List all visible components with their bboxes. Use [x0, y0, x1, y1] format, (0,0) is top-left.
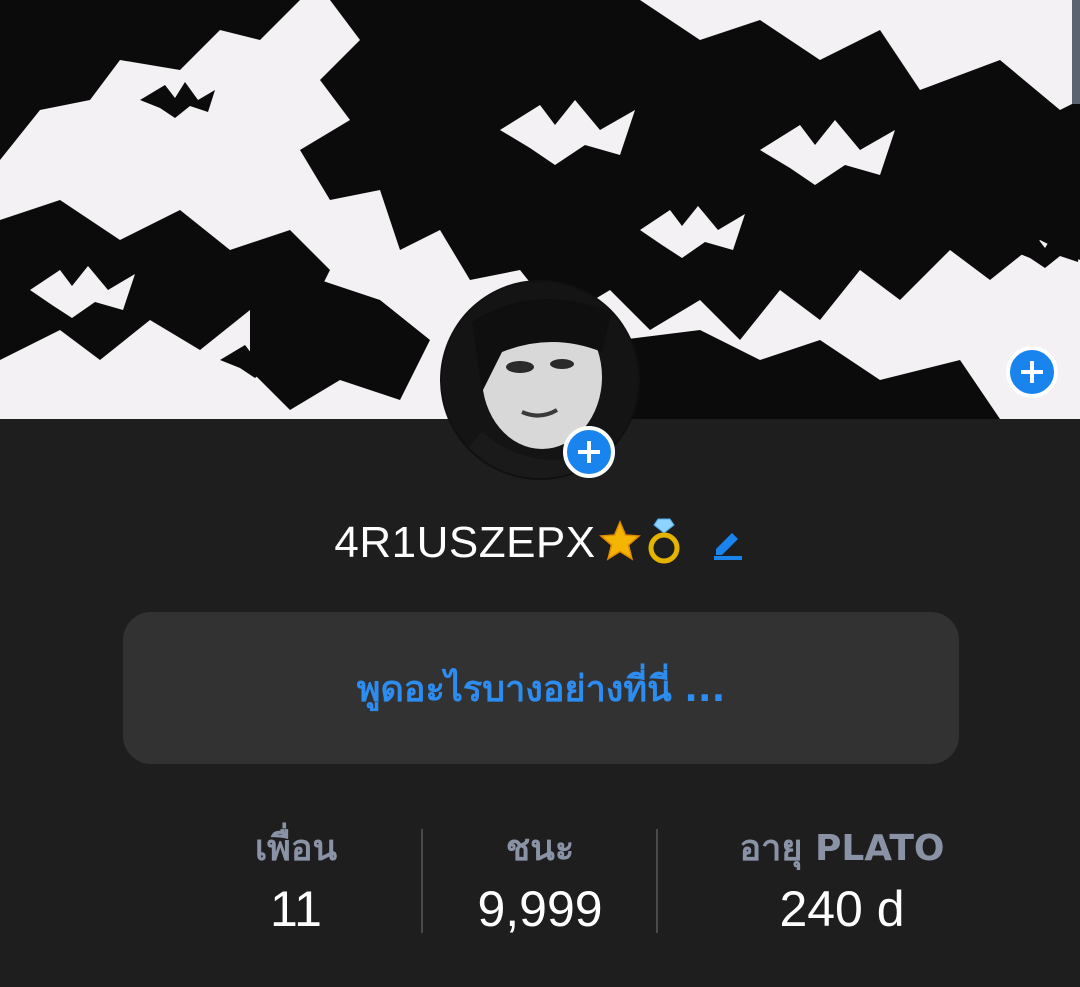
pencil-icon[interactable] — [710, 525, 746, 561]
star-icon — [598, 519, 642, 567]
stat-label: ชนะ — [505, 828, 575, 869]
divider — [656, 829, 658, 933]
stat-friends[interactable]: เพื่อน 11 — [196, 824, 396, 944]
stat-value: 240 d — [779, 881, 905, 937]
username: 4R1USZEPX — [334, 518, 596, 567]
status-placeholder: พูดอะไรบางอย่างที่นี่ ... — [356, 668, 726, 710]
stat-label: อายุ PLATO — [739, 828, 945, 869]
stat-label: เพื่อน — [254, 828, 338, 869]
scrollbar[interactable] — [1072, 0, 1080, 104]
stat-wins[interactable]: ชนะ 9,999 — [440, 824, 640, 944]
avatar-add-button[interactable] — [563, 426, 615, 478]
divider — [421, 829, 423, 933]
status-input[interactable]: พูดอะไรบางอย่างที่นี่ ... — [123, 612, 959, 764]
stat-value: 9,999 — [477, 881, 603, 937]
stat-value: 11 — [270, 881, 322, 937]
plus-icon — [578, 441, 600, 463]
ring-icon — [644, 517, 684, 569]
username-row: 4R1USZEPX — [0, 508, 1080, 578]
plus-icon — [1021, 361, 1043, 383]
stat-plato-age[interactable]: อายุ PLATO 240 d — [712, 824, 972, 944]
cover-add-button[interactable] — [1006, 346, 1058, 398]
